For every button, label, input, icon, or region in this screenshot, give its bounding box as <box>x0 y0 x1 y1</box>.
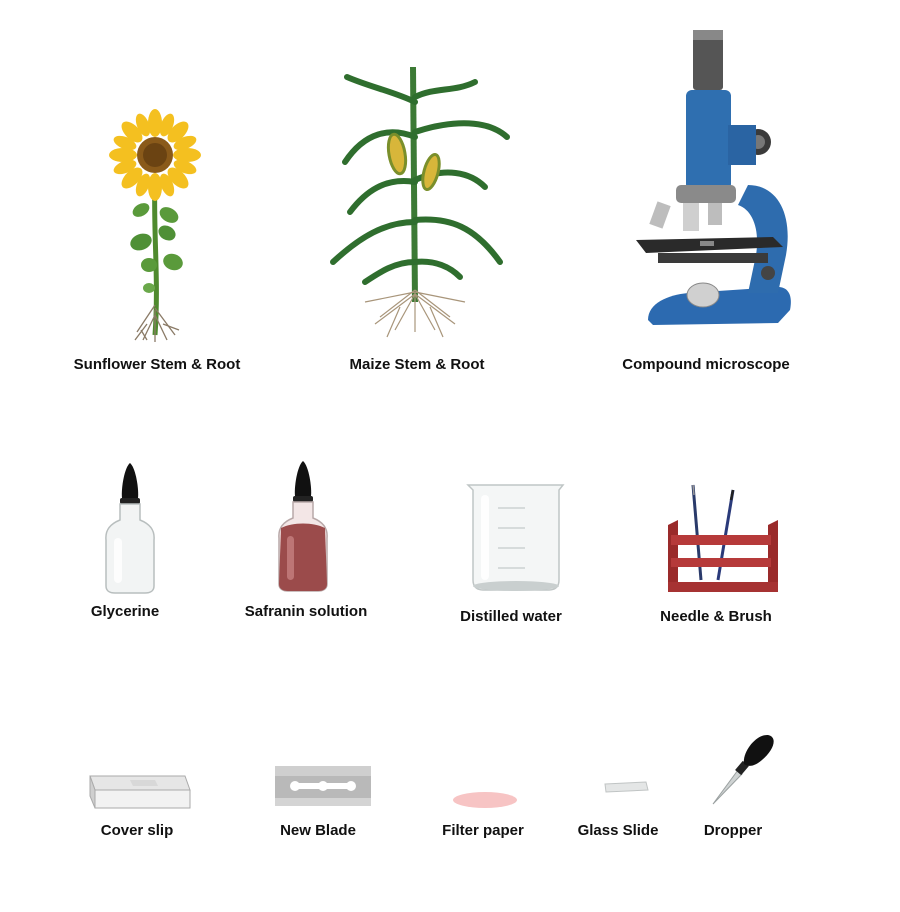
new-blade-label: New Blade <box>280 822 356 839</box>
distilled-water-label: Distilled water <box>460 608 562 625</box>
maize-label: Maize Stem & Root <box>349 356 485 373</box>
beaker-icon <box>466 484 565 591</box>
glass-slide-label: Glass Slide <box>577 822 659 839</box>
microscope-label: Compound microscope <box>622 356 790 373</box>
needle-brush-label: Needle & Brush <box>660 608 772 625</box>
cover-slip-box-icon <box>89 775 191 809</box>
sunflower-label: Sunflower Stem & Root <box>73 356 241 373</box>
razor-blade-icon <box>275 766 371 806</box>
microscope-icon <box>636 30 791 325</box>
cover-slip-label: Cover slip <box>100 822 174 839</box>
sunflower-icon <box>109 109 201 342</box>
glycerine-label: Glycerine <box>90 603 160 620</box>
filter-paper-label: Filter paper <box>442 822 524 839</box>
filter-paper-icon <box>453 792 517 808</box>
dropper-icon <box>712 734 774 805</box>
maize-plant-icon <box>330 66 510 338</box>
safranin-bottle-icon <box>278 461 328 592</box>
needle-brush-stand-icon <box>668 484 778 592</box>
safranin-label: Safranin solution <box>244 603 368 620</box>
glass-slide-icon <box>604 781 649 793</box>
dropper-label: Dropper <box>703 822 763 839</box>
glycerine-bottle-icon <box>105 463 155 594</box>
